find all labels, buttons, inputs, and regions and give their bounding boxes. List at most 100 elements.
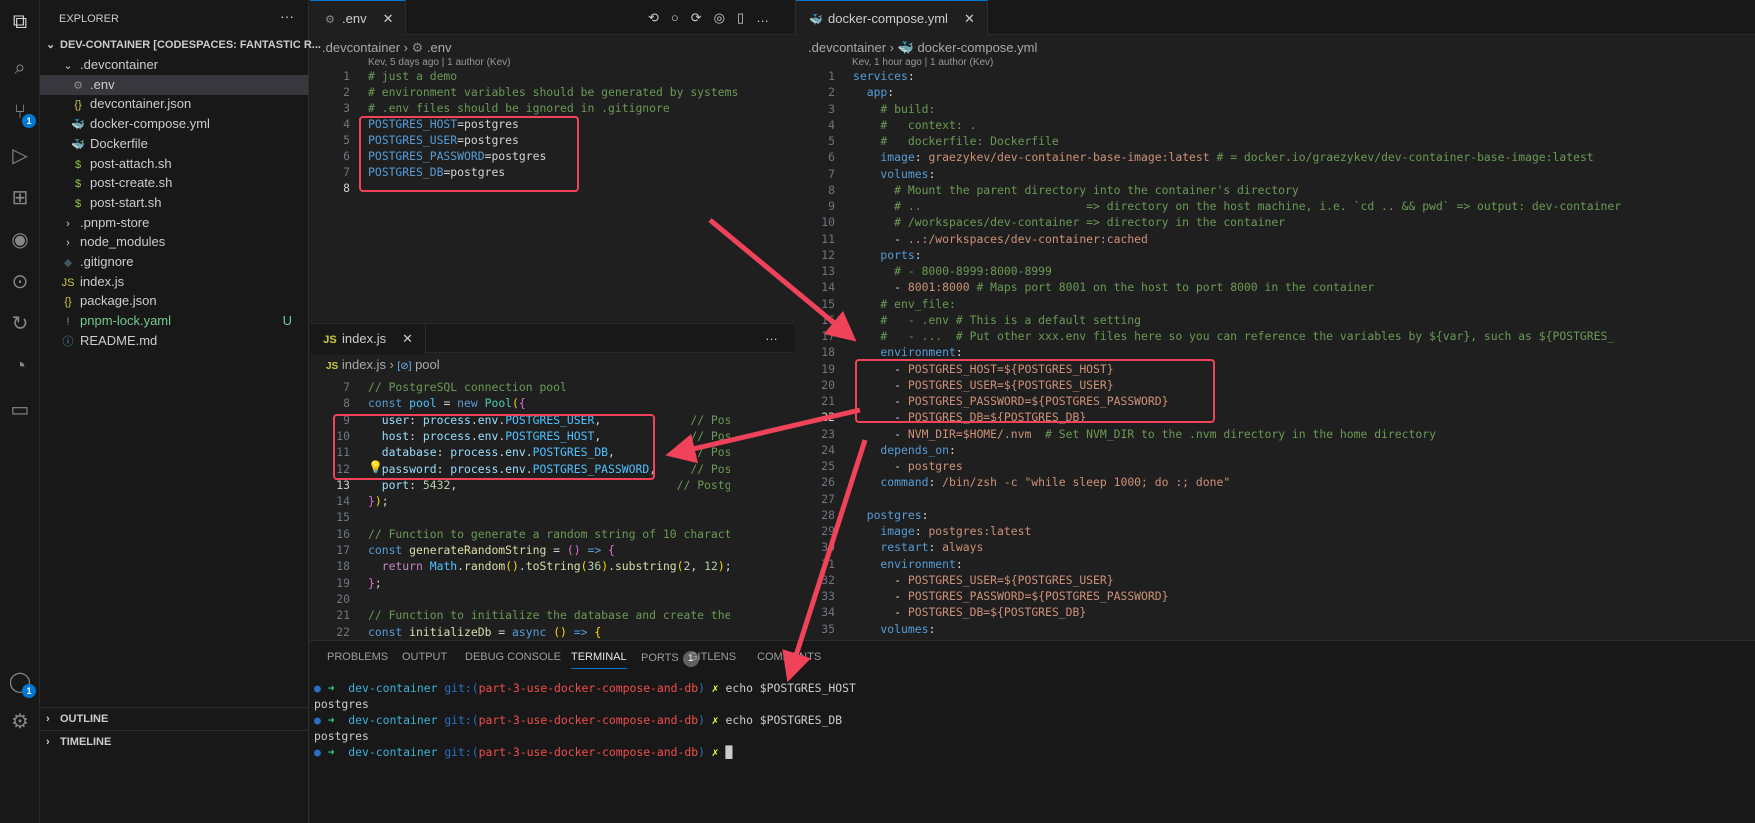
code-line[interactable]: volumes: bbox=[853, 167, 935, 181]
tree-item[interactable]: $ post-create.sh bbox=[40, 173, 308, 193]
code-line[interactable]: # - 8000-8999:8000-8999 bbox=[853, 264, 1052, 278]
code-line[interactable]: # environment variables should be genera… bbox=[368, 85, 738, 99]
comments-icon[interactable]: ▭ bbox=[8, 398, 32, 422]
more-actions-icon[interactable]: … bbox=[765, 328, 790, 343]
tree-item[interactable]: $ post-start.sh bbox=[40, 193, 308, 213]
code-line[interactable]: restart: always bbox=[853, 540, 983, 554]
breadcrumb[interactable]: .devcontainer › 🐳 docker-compose.yml bbox=[808, 40, 1037, 56]
breadcrumb-file[interactable]: index.js bbox=[342, 357, 386, 372]
code-line[interactable]: // PostgreSQL connection pool bbox=[368, 380, 567, 394]
tree-item[interactable]: › node_modules bbox=[40, 232, 308, 252]
breadcrumb[interactable]: JS index.js › [⊘] pool bbox=[326, 357, 440, 372]
code-line[interactable]: command: /bin/zsh -c "while sleep 1000; … bbox=[853, 475, 1230, 489]
terminal[interactable]: ● ➜ dev-container git:(part-3-use-docker… bbox=[310, 681, 1750, 821]
tree-item[interactable]: $ post-attach.sh bbox=[40, 154, 308, 174]
tree-item[interactable]: {} package.json bbox=[40, 291, 308, 311]
lightbulb-icon[interactable]: 💡 bbox=[368, 460, 383, 474]
code-line[interactable]: image: graezykev/dev-container-base-imag… bbox=[853, 150, 1593, 164]
close-icon[interactable]: ✕ bbox=[402, 331, 413, 346]
code-line[interactable]: # - .env # This is a default setting bbox=[853, 313, 1141, 327]
tree-item[interactable]: 🐳 docker-compose.yml bbox=[40, 114, 308, 134]
pull-request-icon[interactable]: ⊙ bbox=[8, 270, 32, 294]
breadcrumb-folder[interactable]: .devcontainer bbox=[808, 40, 886, 55]
close-icon[interactable]: ✕ bbox=[964, 11, 975, 26]
tree-item[interactable]: {} devcontainer.json bbox=[40, 94, 308, 114]
workspace-root[interactable]: ⌄ DEV-CONTAINER [CODESPACES: FANTASTIC R.… bbox=[40, 35, 321, 55]
run-debug-icon[interactable]: ▷ bbox=[8, 144, 32, 168]
code-line[interactable]: - ..:/workspaces/dev-container:cached bbox=[853, 232, 1148, 246]
code-line[interactable]: depends_on: bbox=[853, 443, 955, 457]
github-icon[interactable]: ◉ bbox=[8, 228, 32, 252]
tree-item[interactable]: ! pnpm-lock.yaml U bbox=[40, 311, 308, 331]
panel-tab-debug-console[interactable]: DEBUG CONSOLE bbox=[465, 651, 561, 663]
code-line[interactable]: - 8001:8000 # Maps port 8001 on the host… bbox=[853, 280, 1374, 294]
code-line[interactable]: # Mount the parent directory into the co… bbox=[853, 183, 1299, 197]
env-code-area[interactable]: 1 # just a demo 2 # environment variables s… bbox=[310, 69, 738, 319]
tree-item[interactable]: › .pnpm-store bbox=[40, 213, 308, 233]
search-icon[interactable]: ⌕ bbox=[8, 56, 32, 80]
yml-code-area[interactable]: 1 services: 2 app: 3 # build: 4 # context: .… bbox=[795, 69, 1755, 640]
panel-tab-comments[interactable]: COMMENTS bbox=[757, 651, 821, 663]
breadcrumb-file[interactable]: docker-compose.yml bbox=[917, 40, 1037, 55]
code-line[interactable]: app: bbox=[853, 85, 894, 99]
panel-tab-terminal[interactable]: TERMINAL bbox=[571, 651, 627, 669]
breadcrumb[interactable]: .devcontainer › ⚙ .env bbox=[322, 40, 451, 56]
code-line[interactable]: - POSTGRES_DB=${POSTGRES_DB} bbox=[853, 605, 1086, 619]
code-line[interactable]: - NVM_DIR=$HOME/.nvm # Set NVM_DIR to th… bbox=[853, 427, 1436, 441]
panel-tab-gitlens[interactable]: GITLENS bbox=[689, 651, 736, 663]
tab-env[interactable]: ⚙ .env ✕ bbox=[310, 0, 407, 35]
code-line[interactable]: }; bbox=[368, 576, 382, 590]
settings-gear-icon[interactable]: ⚙ bbox=[8, 710, 32, 734]
panel-tab-output[interactable]: OUTPUT bbox=[402, 651, 447, 663]
code-line[interactable]: // Function to initialize the database a… bbox=[368, 608, 730, 622]
outline-section[interactable]: › OUTLINE bbox=[40, 707, 308, 729]
tree-item[interactable]: 🐳 Dockerfile bbox=[40, 134, 308, 154]
tree-item[interactable]: ⚙ .env bbox=[40, 74, 308, 95]
code-line[interactable]: // Function to generate a random string … bbox=[368, 527, 730, 541]
tree-item[interactable]: JS index.js bbox=[40, 272, 308, 292]
source-control-icon[interactable]: ⑂ 1 bbox=[8, 100, 36, 128]
code-line[interactable]: return Math.random().toString(36).substr… bbox=[368, 559, 730, 573]
breadcrumb-file[interactable]: .env bbox=[427, 40, 452, 55]
code-line[interactable]: ports: bbox=[853, 248, 921, 262]
code-line[interactable]: # dockerfile: Dockerfile bbox=[853, 134, 1058, 148]
code-line[interactable]: # just a demo bbox=[368, 69, 457, 83]
minimap[interactable] bbox=[730, 50, 780, 70]
timeline-section[interactable]: › TIMELINE bbox=[40, 730, 308, 752]
code-line[interactable]: image: postgres:latest bbox=[853, 524, 1031, 538]
explorer-icon[interactable]: ⧉ bbox=[8, 10, 32, 34]
git-blame-codelens[interactable]: Kev, 1 hour ago | 1 author (Kev) bbox=[852, 57, 993, 68]
code-line[interactable]: - postgres bbox=[853, 459, 963, 473]
panel-tab-problems[interactable]: PROBLEMS bbox=[327, 651, 388, 663]
code-line[interactable]: # .env files should be ignored in .gitig… bbox=[368, 101, 670, 115]
tab-index-js[interactable]: JS index.js ✕ bbox=[310, 324, 426, 354]
code-line[interactable]: # build: bbox=[853, 102, 935, 116]
code-line[interactable]: services: bbox=[853, 69, 915, 83]
code-line[interactable]: environment: bbox=[853, 345, 962, 359]
code-line[interactable]: # .. => directory on the host machine, i… bbox=[853, 199, 1621, 213]
code-line[interactable]: }); bbox=[368, 494, 389, 508]
breadcrumb-folder[interactable]: .devcontainer bbox=[322, 40, 400, 55]
accounts-icon[interactable]: ◯ 1 bbox=[8, 670, 36, 698]
breadcrumb-symbol[interactable]: pool bbox=[415, 357, 440, 372]
extensions-icon[interactable]: ⊞ bbox=[8, 186, 32, 210]
code-line[interactable]: const generateRandomString = () => { bbox=[368, 543, 615, 557]
tree-item[interactable]: ⓘ README.md bbox=[40, 331, 308, 351]
tree-item[interactable]: ⌄ .devcontainer bbox=[40, 55, 308, 75]
tree-item[interactable]: ◆ .gitignore bbox=[40, 252, 308, 272]
code-line[interactable]: environment: bbox=[853, 557, 962, 571]
code-line[interactable]: volumes: bbox=[853, 622, 935, 636]
code-line[interactable]: # /workspaces/dev-container => directory… bbox=[853, 215, 1285, 229]
code-line[interactable]: # context: . bbox=[853, 118, 976, 132]
tab-docker-compose[interactable]: 🐳 docker-compose.yml ✕ bbox=[796, 0, 988, 35]
more-actions-icon[interactable]: ··· bbox=[280, 8, 294, 24]
editor-actions[interactable]: ⟲○⟳◎▯… bbox=[648, 10, 781, 26]
git-blame-codelens[interactable]: Kev, 5 days ago | 1 author (Kev) bbox=[368, 57, 511, 68]
code-line[interactable]: # - ... # Put other xxx.env files here s… bbox=[853, 329, 1614, 343]
remote-explorer-icon[interactable]: ↻ bbox=[8, 312, 32, 336]
code-line[interactable]: - POSTGRES_USER=${POSTGRES_USER} bbox=[853, 573, 1113, 587]
close-icon[interactable]: ✕ bbox=[383, 11, 394, 26]
code-line[interactable]: # env_file: bbox=[853, 297, 955, 311]
code-line[interactable]: const initializeDb = async () => { bbox=[368, 625, 601, 639]
code-line[interactable]: - POSTGRES_PASSWORD=${POSTGRES_PASSWORD} bbox=[853, 589, 1168, 603]
